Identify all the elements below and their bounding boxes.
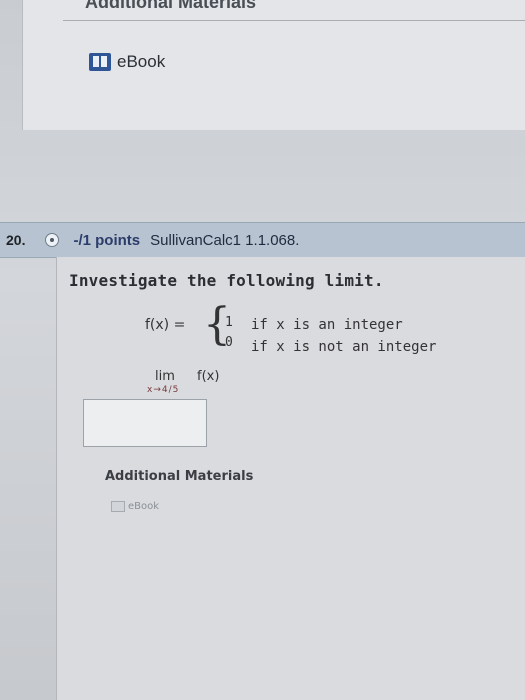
book-icon xyxy=(111,501,125,512)
previous-question-card: Additional Materials eBook xyxy=(22,0,525,130)
question-reference: SullivanCalc1 1.1.068. xyxy=(150,231,300,249)
function-lhs: f(x) = xyxy=(145,317,186,333)
divider xyxy=(63,20,525,21)
book-icon xyxy=(89,53,111,71)
limit-subscript: x→4/5 xyxy=(147,385,180,395)
additional-materials-label: Additional Materials xyxy=(105,469,254,484)
case-condition-2: if x is not an integer xyxy=(251,339,437,355)
question-body: Investigate the following limit. f(x) = … xyxy=(56,257,525,700)
ebook-link[interactable]: eBook xyxy=(89,52,165,72)
limit-operator: lim xyxy=(155,369,175,384)
question-header: 20. -/1 points SullivanCalc1 1.1.068. xyxy=(0,222,525,258)
question-status-icon[interactable] xyxy=(45,233,60,247)
case-value-1: 1 xyxy=(225,315,233,330)
answer-input[interactable] xyxy=(83,399,207,447)
question-prompt: Investigate the following limit. xyxy=(69,271,384,290)
ebook-label: eBook xyxy=(117,52,166,71)
question-number: 20. xyxy=(6,232,26,248)
additional-materials-heading: Additional Materials xyxy=(85,0,257,12)
question-points: -/1 points xyxy=(73,231,141,249)
ebook-link-2[interactable]: eBook xyxy=(111,501,159,512)
ebook-label-2: eBook xyxy=(128,501,160,512)
case-value-2: 0 xyxy=(225,335,233,350)
case-condition-1: if x is an integer xyxy=(251,317,403,333)
limit-function: f(x) xyxy=(197,369,220,384)
